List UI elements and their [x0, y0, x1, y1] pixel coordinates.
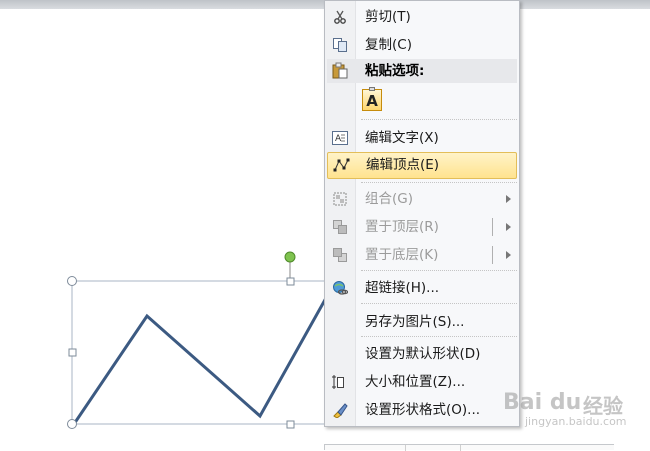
rotation-handle[interactable] — [284, 251, 296, 263]
menu-separator — [361, 182, 517, 183]
paste-options-header: 粘贴选项: — [327, 59, 517, 83]
menu-item-copy[interactable]: 复制(C) — [327, 32, 517, 58]
copy-icon — [331, 36, 349, 54]
menu-item-set-default-shape[interactable]: 设置为默认形状(D) — [327, 341, 517, 367]
menu-separator — [361, 336, 517, 337]
context-menu: 剪切(T) 复制(C) 粘贴选项: A 编辑文字(X) 编辑顶点(E) 组合(G… — [324, 0, 520, 427]
clipboard-clip-icon — [369, 87, 375, 91]
menu-separator — [361, 270, 517, 271]
menu-item-format-shape[interactable]: 设置形状格式(O)... — [327, 397, 517, 423]
paste-options-label: 粘贴选项: — [365, 63, 425, 79]
format-shape-icon — [331, 401, 349, 419]
menu-item-label: 复制(C) — [365, 37, 412, 53]
paste-option-label: A — [366, 92, 378, 110]
submenu-arrow-icon — [506, 195, 511, 203]
menu-item-label: 编辑顶点(E) — [366, 157, 440, 173]
submenu-arrow-icon[interactable] — [506, 251, 511, 259]
shape-bounding-box — [71, 280, 327, 425]
menu-item-send-to-back[interactable]: 置于底层(K) — [327, 242, 517, 268]
menu-item-edit-text[interactable]: A 编辑文字(X) — [327, 125, 517, 151]
menu-item-label: 设置为默认形状(D) — [365, 346, 481, 362]
resize-handle-top-middle[interactable] — [286, 277, 295, 286]
toolbar-divider — [460, 445, 461, 451]
menu-item-label: 剪切(T) — [365, 9, 411, 25]
menu-item-label: 另存为图片(S)... — [365, 314, 465, 330]
menu-separator — [361, 303, 517, 304]
size-position-icon — [331, 373, 349, 391]
hyperlink-icon — [331, 279, 349, 297]
paste-keep-text-only-button[interactable]: A — [362, 87, 382, 111]
menu-item-label: 编辑文字(X) — [365, 130, 439, 146]
menu-item-label: 组合(G) — [365, 191, 413, 207]
resize-handle-middle-left[interactable] — [68, 348, 77, 357]
menu-item-size-and-position[interactable]: 大小和位置(Z)... — [327, 369, 517, 395]
group-icon — [331, 190, 349, 208]
baidu-jingyan-watermark: Bai du 经验 jingyan.baidu.com — [503, 388, 643, 432]
watermark-url: jingyan.baidu.com — [525, 415, 627, 428]
freeform-shape-line[interactable] — [72, 297, 328, 425]
menu-item-label: 大小和位置(Z)... — [365, 374, 466, 390]
resize-handle-bottom-middle[interactable] — [286, 420, 295, 429]
send-to-back-icon — [331, 246, 349, 264]
menu-item-label: 超链接(H)... — [365, 280, 440, 296]
menu-item-label: 置于顶层(R) — [365, 219, 439, 235]
resize-handle-bottom-left[interactable] — [67, 419, 77, 429]
menu-separator — [361, 119, 517, 120]
split-divider — [492, 246, 493, 264]
paste-clipboard-icon — [331, 62, 349, 80]
menu-item-hyperlink[interactable]: 超链接(H)... — [327, 275, 517, 301]
menu-item-label: 设置形状格式(O)... — [365, 402, 481, 418]
menu-item-label: 置于底层(K) — [365, 247, 439, 263]
split-divider — [492, 218, 493, 236]
toolbar-divider — [405, 445, 406, 451]
submenu-arrow-icon[interactable] — [506, 223, 511, 231]
resize-handle-top-left[interactable] — [67, 276, 77, 286]
watermark-logo: Bai du — [503, 390, 582, 415]
menu-item-save-as-picture[interactable]: 另存为图片(S)... — [327, 309, 517, 335]
bring-to-front-icon — [331, 218, 349, 236]
mini-toolbar-edge — [324, 444, 614, 451]
menu-item-bring-to-front[interactable]: 置于顶层(R) — [327, 214, 517, 240]
menu-item-edit-points[interactable]: 编辑顶点(E) — [327, 152, 517, 179]
scissors-icon — [331, 8, 349, 26]
edit-text-icon: A — [331, 129, 349, 147]
menu-item-group[interactable]: 组合(G) — [327, 186, 517, 212]
svg-text:A: A — [335, 134, 342, 144]
edit-points-icon — [332, 156, 350, 174]
menu-item-cut[interactable]: 剪切(T) — [327, 4, 517, 30]
